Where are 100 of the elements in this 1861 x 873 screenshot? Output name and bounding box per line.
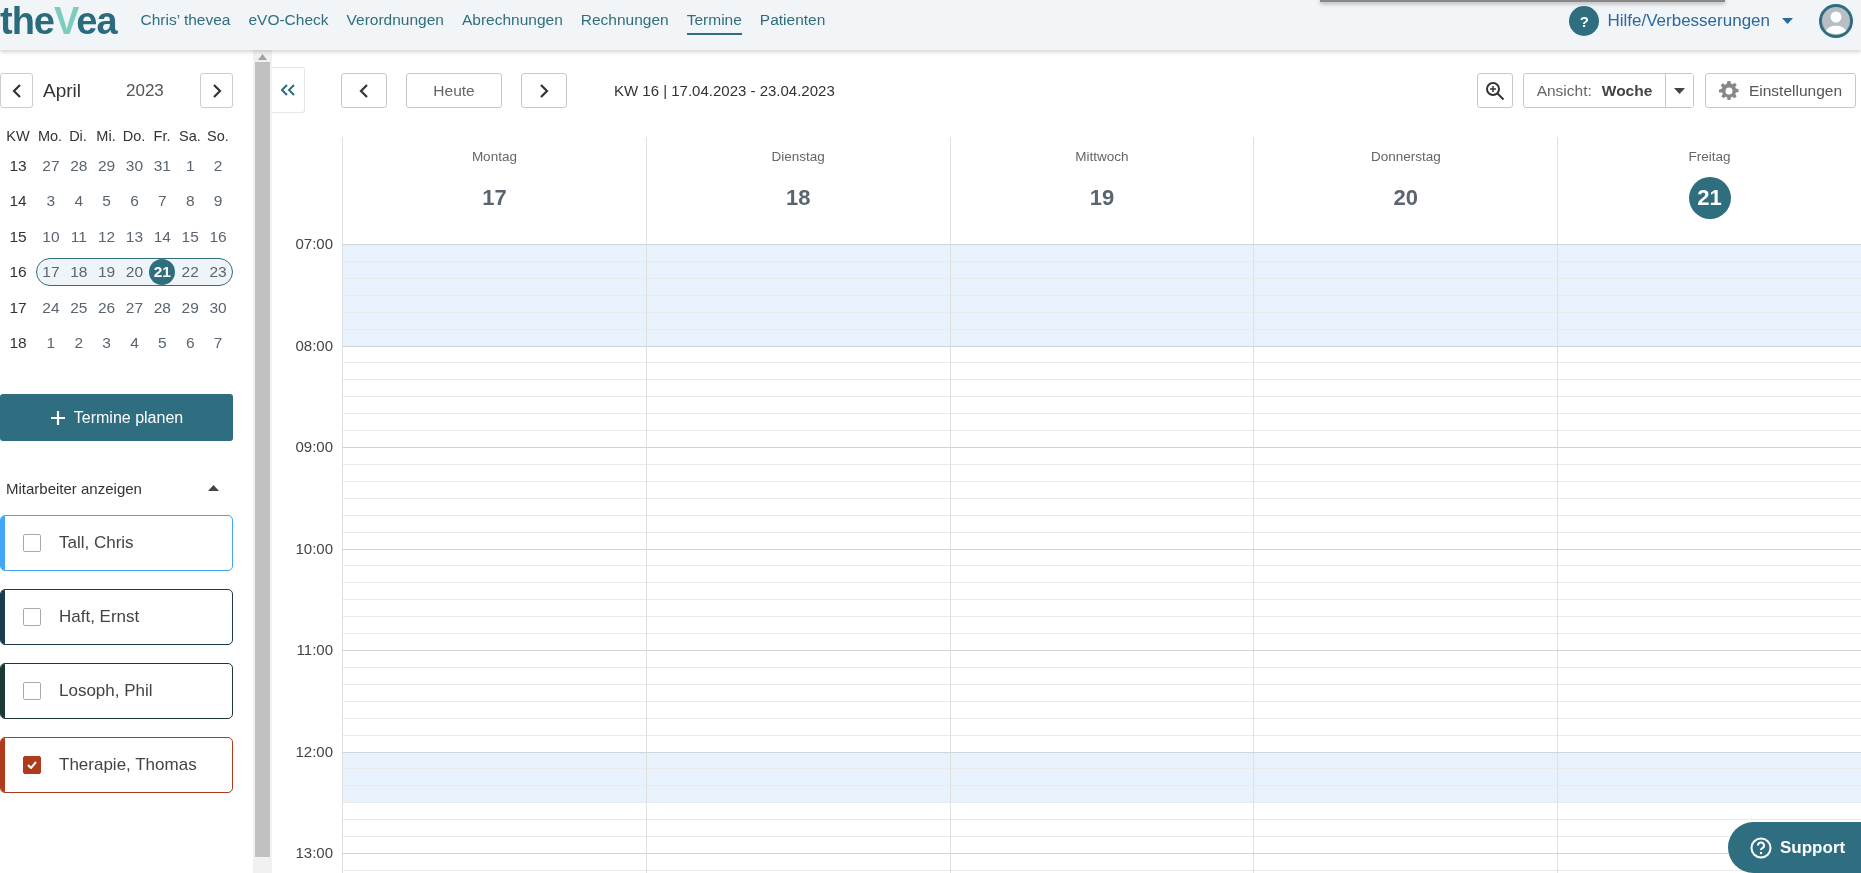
calendar-day[interactable]: 13 xyxy=(120,227,149,246)
calendar-day[interactable]: 1 xyxy=(37,334,65,353)
calendar-day[interactable]: 10 xyxy=(37,227,65,246)
weekday-header: Di. xyxy=(68,128,88,144)
staff-card[interactable]: Tall, Chris xyxy=(0,515,233,571)
day-header[interactable]: Mittwoch 19 xyxy=(949,137,1254,244)
calendar-day[interactable]: 23 xyxy=(204,263,232,282)
nav-link[interactable]: Patienten xyxy=(759,7,826,35)
calendar-day[interactable]: 4 xyxy=(120,334,149,353)
calendar-day[interactable]: 3 xyxy=(37,192,65,211)
weekday-name: Dienstag xyxy=(771,149,825,164)
week-range-label: KW 16 | 17.04.2023 - 23.04.2023 xyxy=(614,82,835,99)
plan-appointments-button[interactable]: Termine planen xyxy=(0,394,233,441)
previous-month-button[interactable] xyxy=(0,73,33,108)
next-week-button[interactable] xyxy=(521,73,567,108)
selected-week-row[interactable]: 17 18 19 20 21 22 23 xyxy=(36,258,233,287)
checkbox[interactable] xyxy=(23,608,41,626)
calendar-day[interactable]: 3 xyxy=(92,334,121,353)
calendar-day[interactable]: 31 xyxy=(148,156,177,175)
calendar-day[interactable]: 26 xyxy=(92,298,121,317)
calendar-day[interactable]: 7 xyxy=(148,192,177,211)
staff-section-title[interactable]: Mitarbeiter anzeigen xyxy=(6,479,142,497)
week-number[interactable]: 15 xyxy=(0,227,36,246)
calendar-day[interactable]: 8 xyxy=(176,192,205,211)
calendar-day[interactable]: 25 xyxy=(64,298,93,317)
next-month-button[interactable] xyxy=(200,73,233,108)
day-header[interactable]: Donnerstag 20 xyxy=(1253,137,1558,244)
nav-link[interactable]: Rechnungen xyxy=(580,7,669,35)
weekday-header: Sa. xyxy=(178,128,202,144)
previous-week-button[interactable] xyxy=(341,73,387,108)
support-button[interactable]: Support xyxy=(1728,822,1861,873)
logo[interactable]: theVea xyxy=(0,1,117,41)
zoom-button[interactable] xyxy=(1477,73,1513,108)
calendar-day[interactable]: 22 xyxy=(176,263,205,282)
calendar-day[interactable]: 1 xyxy=(176,156,205,175)
calendar-day[interactable]: 27 xyxy=(120,298,149,317)
calendar-day[interactable]: 6 xyxy=(176,334,205,353)
help-icon[interactable]: ? xyxy=(1569,6,1600,36)
caret-down-icon xyxy=(1674,87,1685,94)
calendar-day[interactable]: 28 xyxy=(64,156,93,175)
calendar-day[interactable]: 5 xyxy=(92,192,121,211)
calendar-day[interactable]: 17 xyxy=(37,263,65,282)
calendar-day[interactable]: 27 xyxy=(37,156,65,175)
calendar-day[interactable]: 2 xyxy=(204,156,232,175)
calendar-day[interactable]: 16 xyxy=(204,227,232,246)
week-number[interactable]: 13 xyxy=(0,156,36,175)
week-number[interactable]: 16 xyxy=(0,263,36,282)
calendar-day[interactable]: 20 xyxy=(120,263,149,282)
calendar-day[interactable]: 29 xyxy=(92,156,121,175)
week-number[interactable]: 14 xyxy=(0,192,36,211)
calendar-day[interactable]: 29 xyxy=(176,298,205,317)
calendar-day[interactable]: 21 xyxy=(149,259,176,286)
calendar-day[interactable]: 18 xyxy=(64,263,93,282)
settings-button[interactable]: Einstellungen xyxy=(1705,73,1856,108)
caret-up-icon[interactable] xyxy=(208,485,219,491)
nav-link[interactable]: Abrechnungen xyxy=(461,7,563,35)
day-header[interactable]: Montag 17 xyxy=(342,137,646,244)
week-row[interactable]: 24 25 26 27 28 29 30 xyxy=(36,293,233,322)
calendar-day[interactable]: 30 xyxy=(120,156,149,175)
day-header[interactable]: Freitag 21 xyxy=(1557,137,1861,244)
week-number[interactable]: 18 xyxy=(0,334,36,353)
avatar-icon[interactable] xyxy=(1819,4,1853,38)
nav-link[interactable]: Verordnungen xyxy=(346,7,444,35)
nav-link[interactable]: Chris’ thevea xyxy=(140,7,231,35)
calendar-day[interactable]: 30 xyxy=(204,298,232,317)
calendar-day[interactable]: 28 xyxy=(148,298,177,317)
today-button[interactable]: Heute xyxy=(406,73,502,108)
checkbox[interactable] xyxy=(23,682,41,700)
time-label: 08:00 xyxy=(294,336,334,355)
staff-card[interactable]: Losoph, Phil xyxy=(0,663,233,719)
collapse-sidebar-button[interactable] xyxy=(272,67,305,113)
help-link[interactable]: Hilfe/Verbesserungen xyxy=(1607,11,1770,31)
calendar-day[interactable]: 5 xyxy=(148,334,177,353)
view-dropdown-button[interactable] xyxy=(1665,74,1693,107)
calendar-day[interactable]: 4 xyxy=(64,192,93,211)
nav-link[interactable]: eVO-Check xyxy=(248,7,329,35)
week-row[interactable]: 3 4 5 6 7 8 9 xyxy=(36,187,233,216)
week-number[interactable]: 17 xyxy=(0,298,36,317)
calendar-day[interactable]: 12 xyxy=(92,227,121,246)
calendar-day[interactable]: 6 xyxy=(120,192,149,211)
view-selector[interactable]: Ansicht: Woche xyxy=(1523,73,1694,108)
calendar-day[interactable]: 9 xyxy=(204,192,232,211)
week-row[interactable]: 10 11 12 13 14 15 16 xyxy=(36,222,233,251)
calendar-day[interactable]: 24 xyxy=(37,298,65,317)
day-header[interactable]: Dienstag 18 xyxy=(645,137,950,244)
calendar-day[interactable]: 7 xyxy=(204,334,232,353)
week-row[interactable]: 1 2 3 4 5 6 7 xyxy=(36,329,233,358)
calendar-day[interactable]: 2 xyxy=(64,334,93,353)
calendar-day[interactable]: 15 xyxy=(176,227,205,246)
week-row[interactable]: 27 28 29 30 31 1 2 xyxy=(36,151,233,180)
staff-card[interactable]: Therapie, Thomas xyxy=(0,737,233,793)
calendar-day[interactable]: 19 xyxy=(92,263,121,282)
calendar-day[interactable]: 14 xyxy=(148,227,177,246)
checkbox[interactable] xyxy=(23,756,41,774)
scrollbar-thumb[interactable] xyxy=(255,62,270,857)
calendar-day[interactable]: 11 xyxy=(64,227,93,246)
staff-card[interactable]: Haft, Ernst xyxy=(0,589,233,645)
weekday-header: Mo. xyxy=(36,128,64,144)
checkbox[interactable] xyxy=(23,534,41,552)
nav-link[interactable]: Termine xyxy=(686,7,742,35)
